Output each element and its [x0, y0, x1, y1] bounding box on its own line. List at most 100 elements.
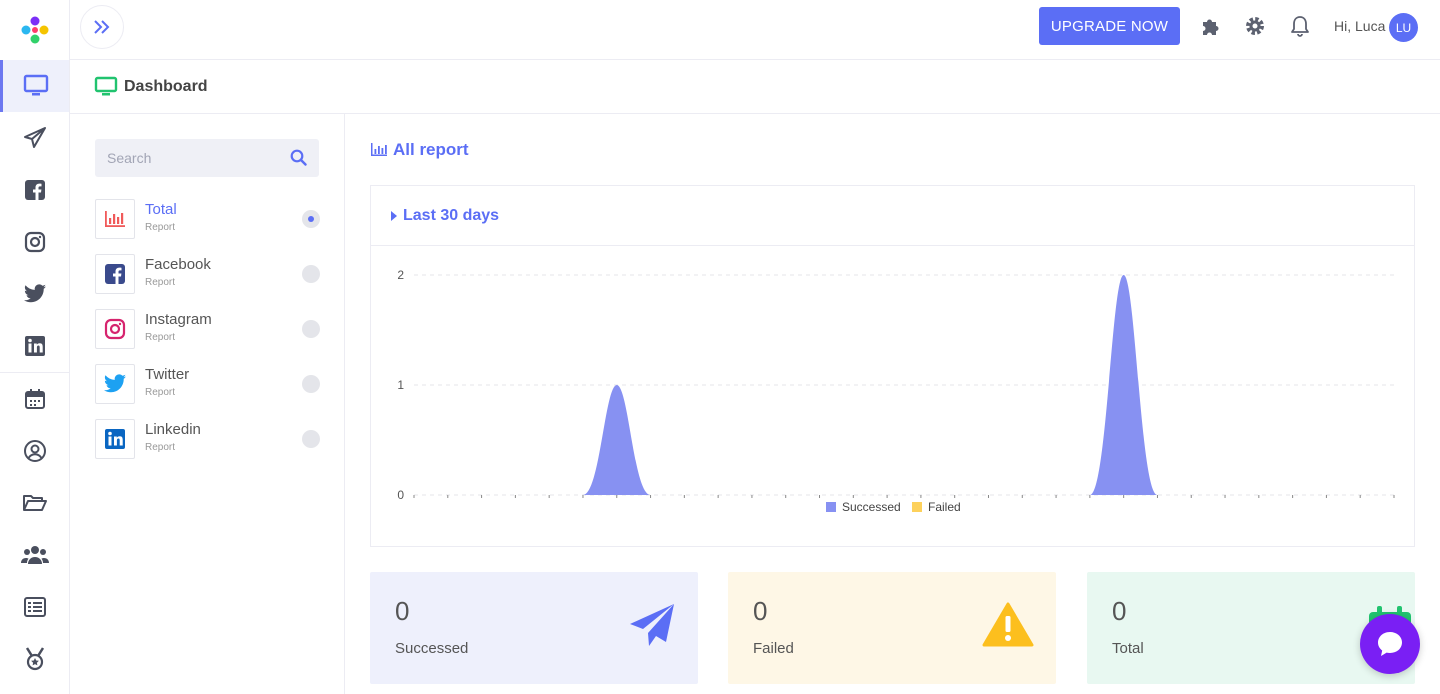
left-rail	[0, 0, 70, 694]
rail-item-instagram[interactable]	[0, 216, 69, 268]
report-radio[interactable]	[302, 265, 320, 283]
user-greeting[interactable]: Hi, Luca	[1334, 18, 1385, 34]
chat-bubble-icon	[1378, 632, 1402, 656]
upgrade-now-button[interactable]: UPGRADE NOW	[1039, 7, 1180, 45]
report-subtitle: Report	[145, 387, 176, 398]
legend-swatch	[826, 502, 836, 512]
report-subtitle: Report	[145, 442, 176, 453]
legend-label: Failed	[928, 500, 961, 514]
caret-right-icon	[391, 210, 397, 221]
chart-card: Last 30 days 0 1 2 Successed Failed	[370, 185, 1415, 547]
calendar-icon	[24, 389, 45, 409]
settings-button[interactable]	[1243, 14, 1267, 38]
user-circle-icon	[23, 440, 46, 462]
chat-widget-button[interactable]	[1360, 614, 1420, 674]
page-title: Dashboard	[124, 77, 208, 95]
report-radio[interactable]	[302, 320, 320, 338]
instagram-icon	[24, 231, 45, 253]
bell-icon	[1291, 16, 1309, 37]
report-item-twitter[interactable]: Twitter Report	[95, 364, 320, 406]
report-item-total[interactable]: Total Report	[95, 199, 320, 241]
report-name: Instagram	[145, 311, 212, 328]
report-radio[interactable]	[302, 210, 320, 228]
monitor-icon	[94, 76, 118, 95]
report-icon-box	[95, 364, 135, 404]
twitter-icon	[23, 284, 46, 303]
app-root: UPGRADE NOW Hi, Luca LU Dashboard Search…	[0, 0, 1440, 694]
stat-icon	[628, 602, 676, 654]
stat-label: Successed	[395, 640, 469, 657]
report-icon-box	[95, 419, 135, 459]
report-subtitle: Report	[145, 277, 176, 288]
report-name: Linkedin	[145, 421, 201, 438]
stat-card-failed: 0 Failed	[728, 572, 1056, 684]
paper-plane-icon	[23, 127, 46, 148]
report-main: All report Last 30 days 0 1 2 Successed Fail…	[345, 114, 1440, 694]
users-icon	[20, 546, 49, 564]
rail-item-account[interactable]	[0, 425, 69, 477]
report-subtitle: Report	[145, 332, 176, 343]
top-bar: UPGRADE NOW Hi, Luca LU	[70, 0, 1440, 60]
stat-label: Total	[1112, 640, 1144, 657]
report-name: Facebook	[145, 256, 211, 273]
stat-value: 0	[395, 596, 410, 626]
rail-item-list[interactable]	[0, 581, 69, 633]
rail-item-twitter[interactable]	[0, 268, 69, 320]
rail-item-team[interactable]	[0, 529, 69, 581]
linkedin-icon	[105, 429, 125, 449]
rail-item-linkedin[interactable]	[0, 320, 69, 372]
stat-icon	[982, 602, 1034, 652]
linkedin-icon	[24, 336, 45, 356]
stat-value: 0	[753, 596, 768, 626]
rail-item-dashboard[interactable]	[0, 60, 69, 112]
rail-item-rewards[interactable]	[0, 633, 69, 685]
report-icon-box	[95, 199, 135, 239]
rail-item-post[interactable]	[0, 112, 69, 164]
report-icon-box	[95, 254, 135, 294]
search-icon	[290, 149, 307, 166]
notifications-button[interactable]	[1288, 14, 1312, 38]
y-tick-label: 0	[397, 488, 404, 502]
y-tick-label: 2	[397, 268, 404, 282]
report-item-facebook[interactable]: Facebook Report	[95, 254, 320, 296]
expand-sidebar-button[interactable]	[80, 5, 124, 49]
report-subtitle: Report	[145, 222, 176, 233]
search-button[interactable]	[290, 149, 307, 170]
search-input[interactable]	[95, 139, 285, 177]
report-item-instagram[interactable]: Instagram Report	[95, 309, 320, 351]
warning-icon	[982, 602, 1034, 647]
facebook-icon	[105, 264, 125, 284]
legend-label: Successed	[842, 500, 901, 514]
report-icon-box	[95, 309, 135, 349]
y-tick-label: 1	[397, 378, 404, 392]
report-item-linkedin[interactable]: Linkedin Report	[95, 419, 320, 461]
report-name: Twitter	[145, 366, 190, 383]
stat-card-successed: 0 Successed	[370, 572, 698, 684]
rail-item-facebook[interactable]	[0, 164, 69, 216]
list-icon	[23, 597, 46, 617]
legend-swatch	[912, 502, 922, 512]
puzzle-icon	[1203, 19, 1219, 35]
report-chart: 0 1 2 Successed Failed	[397, 268, 1395, 514]
rail-item-calendar[interactable]	[0, 373, 69, 425]
report-radio[interactable]	[302, 430, 320, 448]
bar-chart-icon	[105, 211, 125, 227]
search-box	[95, 139, 319, 177]
paper-plane-icon	[630, 604, 674, 646]
facebook-icon	[24, 180, 45, 200]
report-title: All report	[370, 140, 469, 160]
date-range-toggle[interactable]: Last 30 days	[371, 186, 1414, 246]
avatar[interactable]: LU	[1389, 13, 1418, 42]
report-list-panel: Total Report Facebook Report	[70, 114, 345, 694]
medal-icon	[25, 647, 44, 671]
bar-chart-icon	[371, 143, 387, 156]
instagram-icon	[104, 318, 126, 340]
logo-icon	[21, 16, 48, 44]
addons-button[interactable]	[1199, 14, 1223, 38]
monitor-icon	[23, 74, 49, 96]
app-logo[interactable]	[0, 0, 69, 60]
double-chevron-right-icon	[94, 20, 110, 34]
report-radio[interactable]	[302, 375, 320, 393]
rail-item-files[interactable]	[0, 477, 69, 529]
folder-open-icon	[22, 495, 47, 511]
